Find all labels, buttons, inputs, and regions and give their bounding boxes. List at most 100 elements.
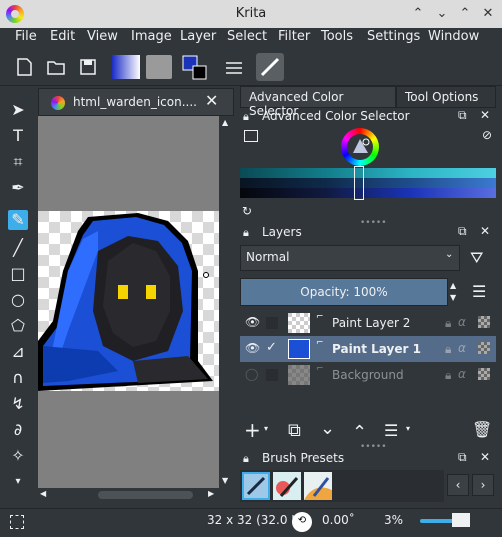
edit-shape-tool-icon[interactable]: ⌗ — [8, 152, 28, 172]
pattern-preset-icon[interactable] — [146, 55, 172, 79]
filter-icon[interactable]: ⛛ — [470, 248, 483, 268]
line-tool-icon[interactable]: ╱ — [8, 238, 28, 258]
previous-preset-icon[interactable]: ‹ — [447, 474, 469, 496]
menu-filter[interactable]: Filter — [278, 29, 310, 44]
delete-layer-icon[interactable]: 🗑︎ — [472, 420, 492, 439]
brush-preset-icon[interactable] — [256, 53, 284, 81]
gradient-preset-icon[interactable] — [112, 55, 140, 79]
layer-check-icon[interactable]: ✓ — [266, 340, 277, 355]
scroll-down-icon[interactable]: ▼ — [222, 476, 228, 485]
calligraphy-tool-icon[interactable]: ✒ — [8, 178, 28, 198]
menu-edit[interactable]: Edit — [50, 29, 75, 44]
add-layer-icon[interactable]: + — [244, 418, 261, 442]
opacity-slider[interactable]: Opacity: 100% — [240, 278, 448, 306]
float-docker-icon[interactable]: ⧉ — [458, 108, 467, 123]
lock-layer-icon[interactable]: 🔒︎ — [445, 368, 451, 383]
alpha-lock-icon[interactable]: α — [458, 341, 466, 355]
menu-settings[interactable]: Settings — [367, 29, 420, 44]
brush-settings-icon[interactable] — [222, 55, 246, 79]
new-document-icon[interactable] — [12, 55, 36, 79]
alpha-lock-icon[interactable]: α — [458, 367, 466, 381]
menu-view[interactable]: View — [87, 29, 118, 44]
ellipse-tool-icon[interactable]: ○ — [8, 290, 28, 310]
close-tab-icon[interactable]: ✕ — [205, 91, 218, 110]
next-preset-icon[interactable]: › — [472, 474, 494, 496]
scroll-left-icon[interactable]: ◀ — [40, 489, 46, 498]
multibrush-tool-icon[interactable]: ✧ — [8, 446, 28, 466]
maximize-icon[interactable]: ⌃ — [457, 6, 473, 22]
dynamic-brush-tool-icon[interactable]: ∂ — [8, 420, 28, 440]
horizontal-scroll-thumb[interactable] — [98, 491, 193, 499]
document-canvas[interactable] — [38, 211, 219, 391]
inherit-alpha-icon[interactable] — [478, 368, 490, 380]
menu-layer[interactable]: Layer — [180, 29, 216, 44]
layer-row[interactable]: 👁︎ ✓ ⌐ Paint Layer 1 🔒︎ α — [240, 336, 496, 362]
freehand-brush-tool-icon[interactable]: ✎ — [8, 210, 28, 230]
layer-row[interactable]: ◯ ⌐ Background 🔒︎ α — [240, 362, 496, 388]
color-selector-menu-icon[interactable] — [244, 130, 258, 142]
no-color-icon[interactable]: ⊘ — [482, 128, 492, 142]
swatch-row-blue[interactable] — [240, 188, 496, 198]
hidden-eye-icon[interactable]: ◯ — [245, 367, 258, 381]
blend-mode-select[interactable]: Normal ⌄ — [240, 245, 460, 271]
text-tool-icon[interactable]: T — [8, 126, 28, 146]
canvas-vertical-scrollbar[interactable]: ▲ ▼ — [219, 116, 233, 488]
scroll-up-icon[interactable]: ▲ — [222, 118, 228, 127]
minimize-icon[interactable]: ⌄ — [434, 6, 450, 22]
eye-icon[interactable]: 👁︎ — [245, 341, 260, 355]
swatch-row-navy[interactable] — [240, 178, 496, 188]
select-shape-tool-icon[interactable]: ➤ — [8, 100, 28, 120]
color-wheel[interactable] — [341, 128, 379, 166]
save-icon[interactable] — [76, 55, 100, 79]
brush-preset-pen-icon[interactable] — [242, 472, 270, 500]
lock-docker-icon[interactable]: 🔒︎ — [243, 226, 249, 240]
tab-advanced-color-selector[interactable]: Advanced Color Selector — [240, 86, 396, 118]
float-docker-icon[interactable]: ⧉ — [458, 224, 467, 239]
close-docker-icon[interactable]: ✕ — [480, 450, 490, 464]
lock-docker-icon[interactable]: 🔒︎ — [243, 452, 249, 466]
polygon-tool-icon[interactable]: ⬠ — [8, 316, 28, 336]
brush-preset-marker-icon[interactable] — [273, 472, 301, 500]
rectangle-tool-icon[interactable]: □ — [8, 264, 28, 284]
lock-docker-icon[interactable]: 🔒︎ — [243, 110, 249, 124]
layer-properties-icon[interactable]: ☰ — [384, 421, 398, 440]
document-tab[interactable]: html_warden_icon.... ✕ — [38, 88, 234, 116]
float-docker-icon[interactable]: ⧉ — [458, 450, 467, 465]
tab-tool-options[interactable]: Tool Options — [396, 86, 496, 108]
duplicate-layer-icon[interactable]: ⧉ — [288, 420, 301, 441]
refresh-colors-icon[interactable]: ↻ — [242, 204, 252, 218]
zoom-slider-handle[interactable] — [452, 513, 470, 527]
canvas-horizontal-scrollbar[interactable]: ◀ ▶ — [38, 488, 219, 502]
close-window-icon[interactable]: ✕ — [480, 6, 496, 22]
move-layer-up-icon[interactable]: ⌃ — [352, 422, 367, 443]
brush-preset-fill-icon[interactable] — [304, 472, 332, 500]
menu-tools[interactable]: Tools — [321, 29, 353, 44]
more-tools-icon[interactable]: ▾ — [8, 472, 28, 487]
eye-icon[interactable]: 👁︎ — [245, 315, 260, 329]
menu-window[interactable]: Window — [428, 29, 479, 44]
freehand-path-tool-icon[interactable]: ↯ — [8, 394, 28, 414]
fg-bg-color-icon[interactable] — [182, 55, 207, 80]
layer-checkbox[interactable] — [266, 317, 278, 329]
alpha-lock-icon[interactable]: α — [458, 315, 466, 329]
close-docker-icon[interactable]: ✕ — [480, 224, 490, 238]
rotate-canvas-icon[interactable]: ⟲ — [292, 512, 312, 532]
inherit-alpha-icon[interactable] — [478, 342, 490, 354]
move-layer-down-icon[interactable]: ⌄ — [320, 418, 335, 439]
close-docker-icon[interactable]: ✕ — [480, 108, 490, 122]
bezier-tool-icon[interactable]: ∩ — [8, 368, 28, 388]
inherit-alpha-icon[interactable] — [478, 316, 490, 328]
layer-checkbox[interactable] — [266, 369, 278, 381]
layer-row[interactable]: 👁︎ ⌐ Paint Layer 2 🔒︎ α — [240, 310, 496, 336]
selection-mode-icon[interactable] — [10, 515, 24, 529]
open-folder-icon[interactable] — [44, 55, 68, 79]
menu-file[interactable]: File — [15, 29, 37, 44]
menu-image[interactable]: Image — [131, 29, 172, 44]
swatch-row-cyan[interactable] — [240, 168, 496, 178]
lock-layer-icon[interactable]: 🔒︎ — [445, 316, 451, 331]
opacity-stepper-icon[interactable]: ▲ ▼ — [450, 280, 456, 304]
layer-menu-icon[interactable]: ☰ — [472, 282, 486, 301]
polyline-tool-icon[interactable]: ⊿ — [8, 342, 28, 362]
scroll-right-icon[interactable]: ▶ — [208, 489, 214, 498]
collapse-icon[interactable]: ⌃ — [410, 6, 426, 22]
